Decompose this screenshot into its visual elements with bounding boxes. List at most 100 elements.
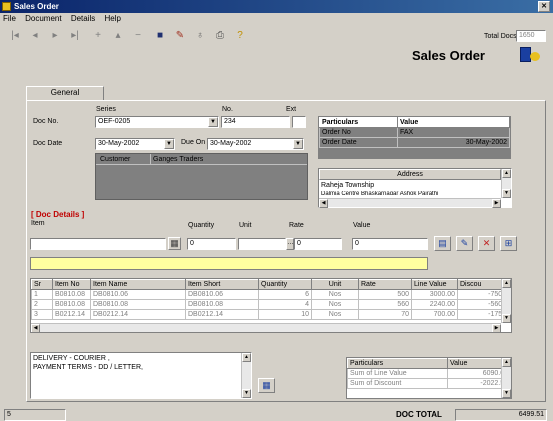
menu-document[interactable]: Document [25,14,61,23]
item-input[interactable] [30,238,166,250]
scroll-down-icon[interactable]: ▼ [502,314,511,323]
due-on-label: Due On [181,139,206,146]
last-record-icon[interactable]: ▸| [68,30,82,42]
menu-bar: File Document Details Help [0,13,553,25]
column-header[interactable]: Item No [52,279,91,290]
chevron-down-icon[interactable]: ▼ [293,139,303,149]
close-button[interactable]: ✕ [538,1,550,12]
address-box[interactable]: Address Raheja Township Dalmia Centre Bh… [318,168,512,208]
summary-grid: Particulars Value Sum of Line Value 6090.0… [346,357,512,399]
value-input[interactable]: 0 [352,238,428,250]
title-bar: Sales Order ✕ [0,0,553,13]
delete-record-icon[interactable]: − [131,30,145,42]
status-bar: 5 DOC TOTAL 6499.51 [0,408,553,421]
scroll-down-icon[interactable]: ▼ [242,389,251,398]
calculator-icon[interactable]: ▤ [434,236,451,251]
table-row[interactable]: Order No FAX [319,127,510,138]
customer-label: Customer [100,156,131,163]
section-title: [ Doc Details ] [31,210,85,219]
table-row[interactable]: 2 B0810.08 DB0810.08 DB0810.08 4 Nos 560 2240.0… [31,299,511,310]
doc-total-value: 6499.51 [455,409,547,421]
items-hscroll[interactable]: ◀ ▶ [31,323,501,332]
notes-lookup-icon[interactable]: ▦ [258,378,275,393]
series-select[interactable]: OEF-0205 ▼ [95,116,219,128]
column-header[interactable]: Sr [31,279,53,290]
tab-general[interactable]: General [26,86,104,100]
notes-vscroll[interactable]: ▲ ▼ [241,353,251,398]
scroll-left-icon[interactable]: ◀ [31,324,40,332]
chevron-down-icon[interactable]: ▼ [208,117,218,127]
customer-name[interactable]: Ganges Traders [153,156,203,163]
first-record-icon[interactable]: |◂ [8,30,22,42]
next-record-icon[interactable]: ▸ [48,30,62,42]
notes-textarea[interactable]: DELIVERY - COURIER , PAYMENT TERMS - DD … [30,352,252,399]
due-on-date-picker[interactable]: 30-May-2002 ▼ [207,138,304,150]
value-label: Value [353,222,371,229]
series-label: Series [96,106,116,113]
column-header[interactable]: Item Name [90,279,186,290]
arrow-icon [530,52,540,61]
address-hscroll[interactable]: ◀ ▶ [319,198,501,208]
note-line: PAYMENT TERMS - DD / LETTER, [33,364,143,371]
page-title: Sales Order [412,48,485,63]
table-row[interactable]: 1 B0810.08 DB0810.06 DB0810.06 6 Nos 500 3000.0… [31,289,511,300]
rate-input[interactable]: 0 [294,238,342,250]
address-line: Dalmia Centre Bhaskarnagar Ashok Pairath… [321,191,439,195]
scroll-right-icon[interactable]: ▶ [492,199,501,208]
lookup-icon[interactable]: ▦ [168,237,181,250]
save-icon[interactable]: ■ [153,30,167,42]
delete-row-icon[interactable]: ✕ [478,236,495,251]
prev-record-icon[interactable]: ◂ [28,30,42,42]
menu-file[interactable]: File [3,14,16,23]
doc-number-field[interactable]: 234 [221,116,290,128]
column-header[interactable]: Line Value [411,279,458,290]
print-icon[interactable]: ⎙ [213,30,227,42]
ellipsis-icon[interactable]: … [286,238,294,250]
column-header: Particulars [319,117,398,128]
scroll-right-icon[interactable]: ▶ [492,324,501,332]
edit-icon[interactable]: ✎ [173,30,187,42]
column-header[interactable]: Item Short [185,279,259,290]
unit-input[interactable] [238,238,286,250]
total-docs-value: 1650 [516,30,546,42]
window-title: Sales Order [14,2,59,11]
scroll-up-icon[interactable]: ▲ [502,358,511,367]
items-vscroll[interactable]: ▲ ▼ [501,279,511,323]
table-row: Sum of Discount -2022.50 [347,378,511,389]
column-header[interactable]: Rate [358,279,412,290]
table-row: Sum of Line Value 6090.00 [347,368,511,379]
scroll-down-icon[interactable]: ▼ [502,389,511,398]
ext-field[interactable] [292,116,306,128]
up-icon[interactable]: ▴ [111,30,125,42]
add-record-icon[interactable]: + [91,30,105,42]
scroll-down-icon[interactable]: ▼ [502,189,511,198]
doc-no-label: Doc No. [33,118,59,125]
column-header[interactable]: Unit [311,279,359,290]
scroll-left-icon[interactable]: ◀ [319,199,328,208]
help-icon[interactable]: ? [233,30,247,42]
items-grid[interactable]: Sr Item No Item Name Item Short Quantity… [30,278,512,333]
address-line: Raheja Township [321,182,375,189]
rate-label: Rate [289,222,304,229]
scroll-up-icon[interactable]: ▲ [242,353,251,362]
table-row[interactable]: 3 B0212.14 DB0212.14 DB0212.14 10 Nos 70 700.00… [31,309,511,320]
menu-details[interactable]: Details [71,14,95,23]
scroll-up-icon[interactable]: ▲ [502,169,511,178]
scroll-up-icon[interactable]: ▲ [502,279,511,288]
find-icon[interactable]: ♁ [193,30,207,42]
quantity-input[interactable]: 0 [187,238,236,250]
particulars-grid: Particulars Value Order No FAX Order Date 3… [318,116,511,159]
doc-total-label: DOC TOTAL [396,410,442,419]
menu-help[interactable]: Help [105,14,121,23]
table-row[interactable]: Order Date 30-May-2002 [319,137,510,148]
toolbar: |◂ ◂ ▸ ▸| + ▴ − ■ ✎ ♁ ⎙ ? Total Docs 165… [0,26,553,46]
edit-row-icon[interactable]: ✎ [456,236,473,251]
chevron-down-icon[interactable]: ▼ [164,139,174,149]
summary-vscroll[interactable]: ▲ ▼ [501,358,511,398]
address-vscroll[interactable]: ▲ ▼ [501,169,511,198]
doc-date-picker[interactable]: 30-May-2002 ▼ [95,138,175,150]
column-header[interactable]: Quantity [258,279,312,290]
column-header: Value [397,117,510,128]
note-line: DELIVERY - COURIER , [33,355,110,362]
add-row-icon[interactable]: ⊞ [500,236,517,251]
